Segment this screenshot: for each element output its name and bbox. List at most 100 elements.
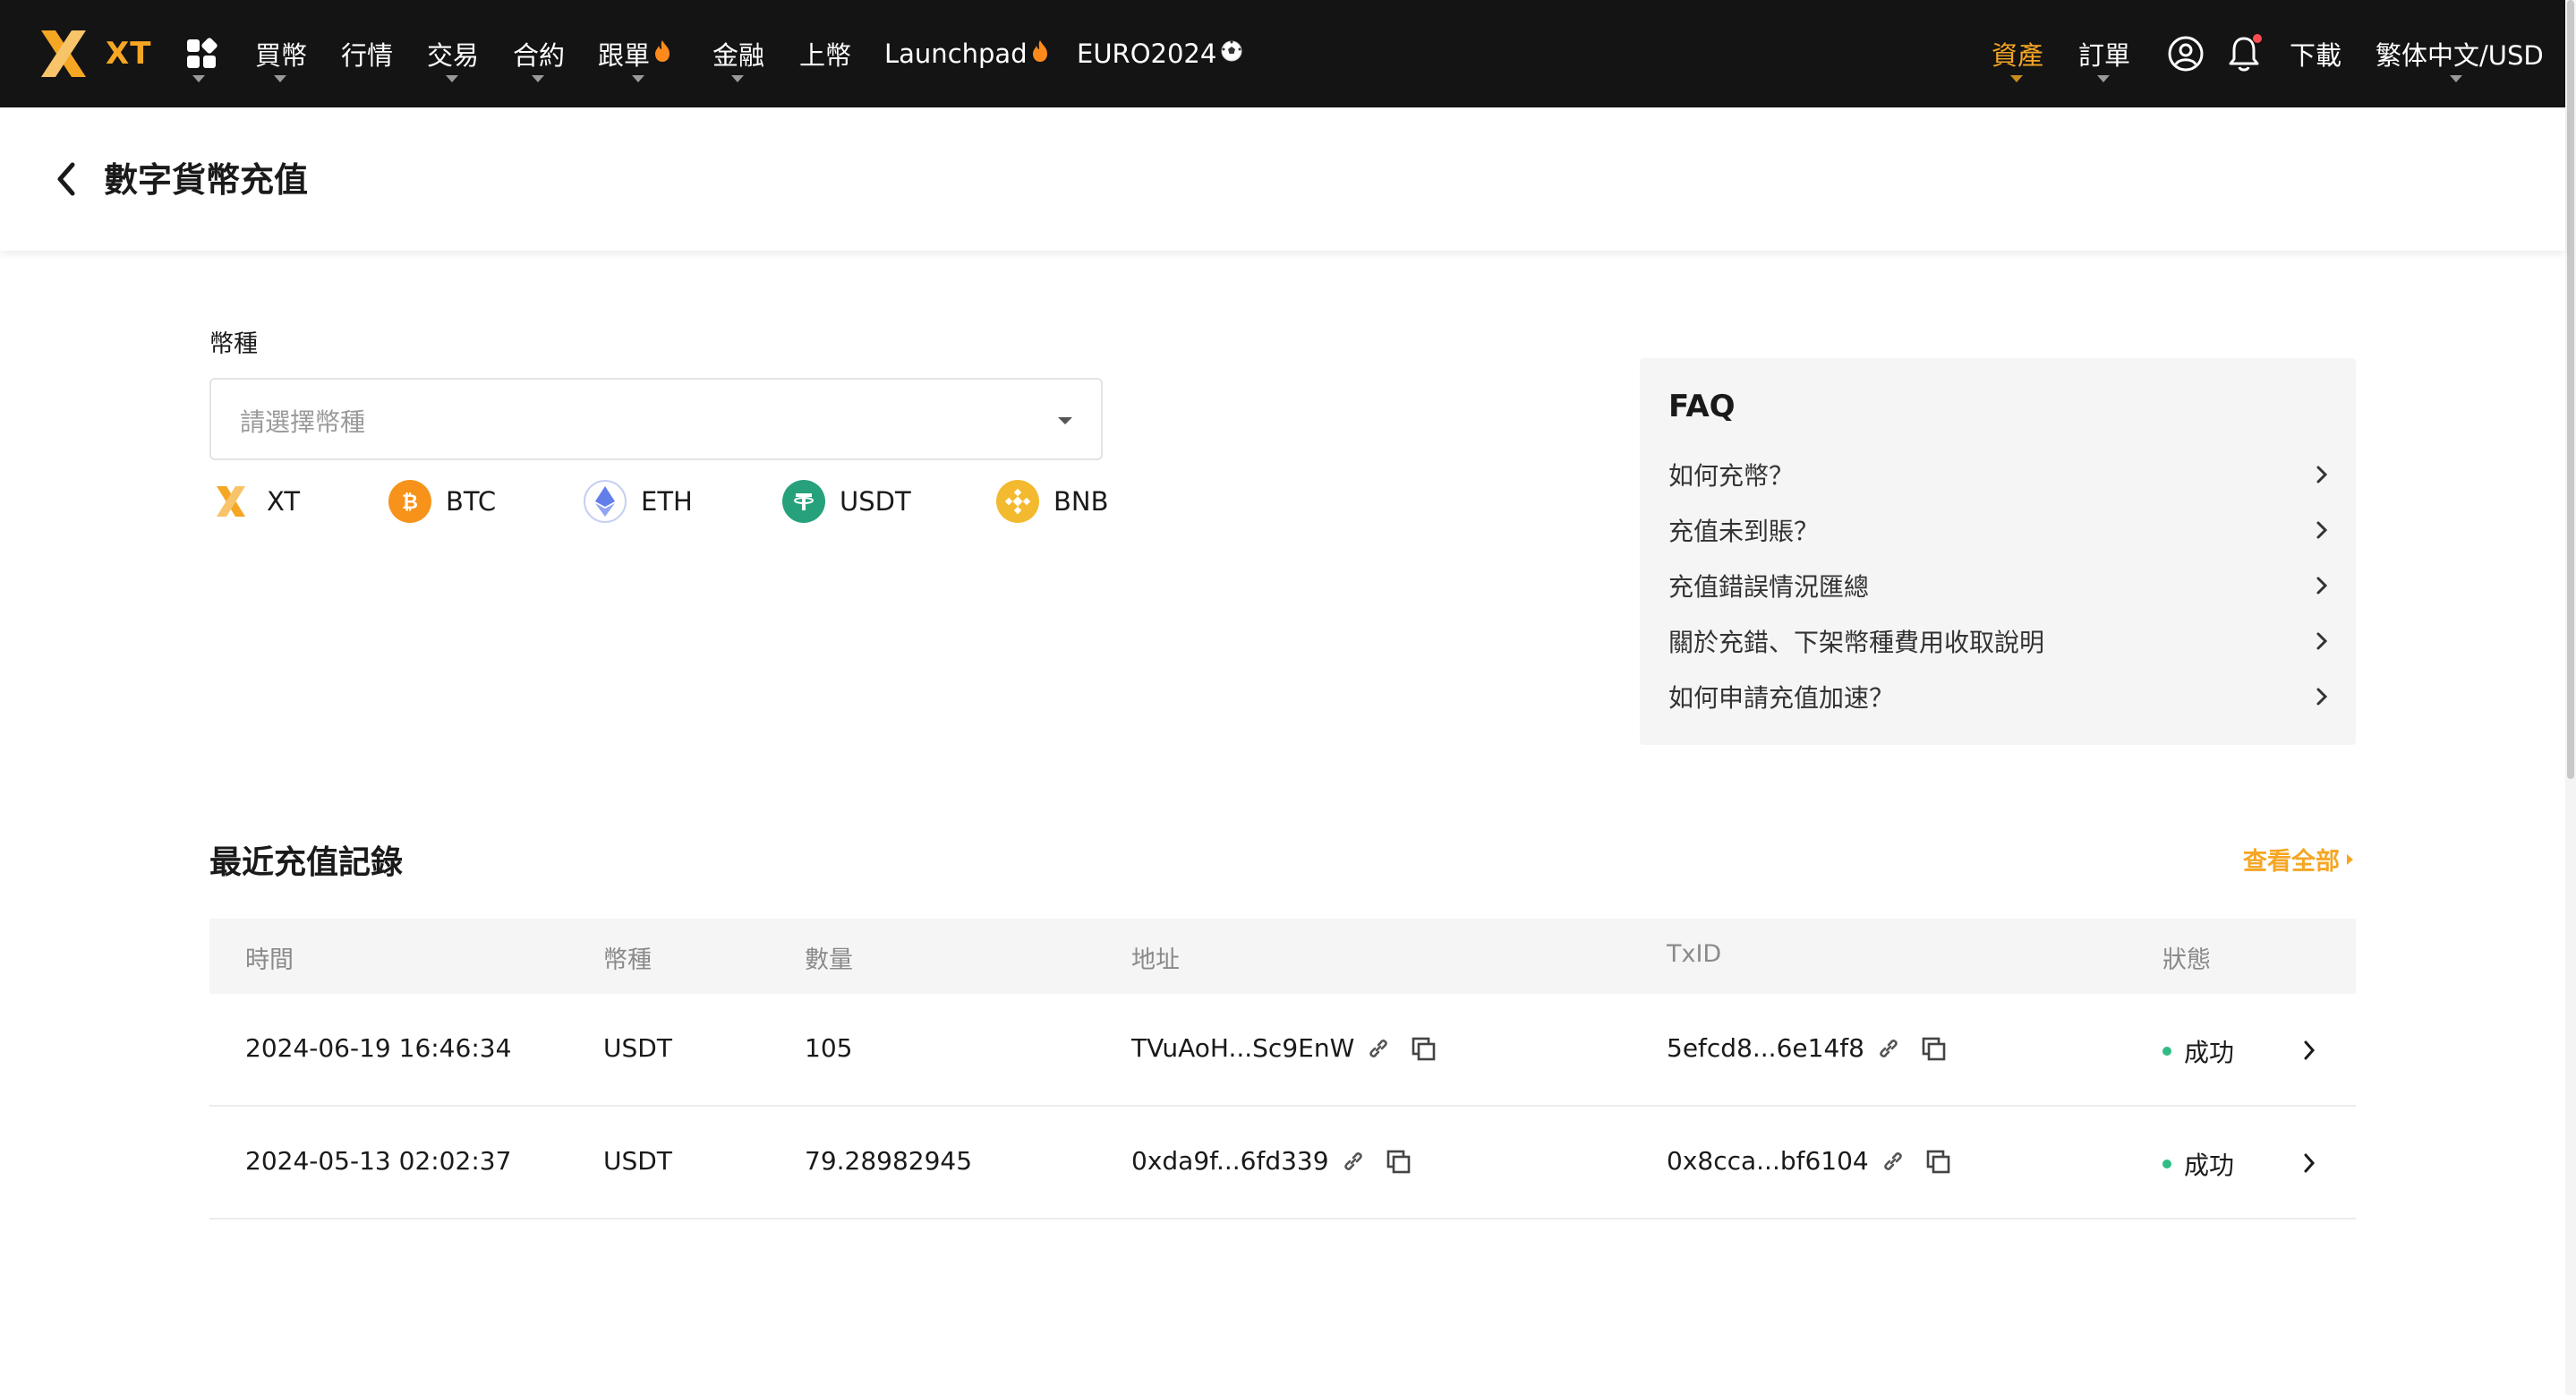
coin-symbol: ETH [641, 486, 693, 517]
chevron-right-icon [2313, 521, 2331, 539]
nav-item-label: Launchpad [884, 39, 1028, 69]
faq-panel: FAQ 如何充幣？ 充值未到賬？ 充值錯誤情況匯總 關於充錯、下架幣種費用收取說… [1640, 358, 2356, 745]
nav-item-euro2024[interactable]: EURO2024 [1077, 34, 1243, 73]
cell-time: 2024-06-19 16:46:34 [245, 1033, 512, 1063]
chevron-right-icon[interactable] [2299, 1150, 2320, 1177]
column-header-time: 時間 [245, 946, 294, 974]
recent-deposits-title: 最近充值記錄 [209, 844, 404, 881]
nav-item-markets[interactable]: 行情 [341, 34, 393, 73]
nav-orders[interactable]: 訂單 [2078, 34, 2130, 73]
cell-time: 2024-05-13 02:02:37 [245, 1146, 512, 1176]
cell-txid: 5efcd8...6e14f8 [1667, 1033, 1947, 1063]
chevron-down-icon [274, 75, 286, 82]
column-header-amount: 數量 [805, 946, 853, 974]
copy-icon[interactable] [1920, 1035, 1947, 1062]
nav-item-buy-crypto[interactable]: 買幣 [255, 34, 307, 73]
nav-item-finance[interactable]: 金融 [712, 34, 764, 73]
nav-item-label: 行情 [341, 40, 394, 71]
coin-select-placeholder: 請選擇幣種 [240, 407, 366, 437]
cell-amount: 105 [805, 1033, 853, 1063]
chevron-down-icon [2450, 75, 2462, 82]
link-icon[interactable] [1367, 1037, 1390, 1060]
nav-download-label: 下載 [2290, 40, 2342, 71]
copy-icon[interactable] [1924, 1148, 1951, 1175]
apps-caret-icon [192, 75, 205, 82]
xt-coin-icon [209, 480, 252, 523]
address-text: TVuAoH...Sc9EnW [1131, 1033, 1355, 1063]
nav-item-label: 買幣 [255, 40, 308, 71]
scrollbar-thumb[interactable] [2567, 0, 2574, 779]
column-header-status: 狀態 [2162, 946, 2211, 974]
copy-icon[interactable] [1410, 1035, 1437, 1062]
chevron-right-icon [2313, 632, 2331, 650]
address-text: 0xda9f...6fd339 [1131, 1146, 1329, 1176]
xt-logo[interactable]: XT [36, 27, 151, 81]
nav-item-label: 金融 [712, 40, 765, 71]
chevron-right-icon[interactable] [2299, 1037, 2320, 1064]
chevron-down-icon [446, 75, 458, 82]
nav-assets[interactable]: 資產 [1992, 34, 2043, 73]
locale-label: 繁体中文/USD [2376, 40, 2544, 71]
page-scrollbar[interactable] [2565, 0, 2576, 1395]
notification-dot [2253, 34, 2262, 43]
svg-text:₿: ₿ [402, 492, 418, 514]
view-all-link[interactable]: 查看全部 [2243, 842, 2354, 877]
coin-symbol: USDT [840, 486, 911, 517]
nav-item-label: EURO2024 [1077, 39, 1217, 69]
faq-item[interactable]: 關於充錯、下架幣種費用收取說明 [1668, 621, 2331, 661]
link-icon[interactable] [1881, 1150, 1905, 1173]
faq-item[interactable]: 如何充幣？ [1668, 455, 2331, 494]
nav-item-launchpad[interactable]: Launchpad [884, 34, 1049, 73]
nav-item-futures[interactable]: 合約 [513, 34, 565, 73]
flame-icon [1031, 39, 1049, 69]
page-header: 數字貨幣充值 [0, 107, 2565, 251]
table-row[interactable]: 2024-06-19 16:46:34 USDT 105 TVuAoH...Sc… [209, 994, 2356, 1107]
usdt-coin-icon [782, 480, 825, 523]
back-arrow-icon[interactable] [52, 158, 81, 201]
status-text: 成功 [2184, 1038, 2235, 1067]
coin-select-dropdown[interactable]: 請選擇幣種 [209, 378, 1103, 460]
logo-text: XT [106, 36, 152, 72]
table-row[interactable]: 2024-05-13 02:02:37 USDT 79.28982945 0xd… [209, 1107, 2356, 1220]
faq-item[interactable]: 充值未到賬？ [1668, 510, 2331, 550]
quick-coin-eth[interactable]: ETH [584, 480, 693, 523]
cell-status: 成功 [2162, 1146, 2234, 1182]
chevron-right-icon [2313, 577, 2331, 595]
quick-coin-usdt[interactable]: USDT [782, 480, 911, 523]
faq-item-label: 如何申請充值加速？ [1668, 683, 1895, 713]
nav-item-trade[interactable]: 交易 [427, 34, 479, 73]
quick-coin-bnb[interactable]: BNB [996, 480, 1108, 523]
user-account-icon[interactable] [2166, 34, 2205, 73]
faq-title: FAQ [1668, 389, 1736, 424]
nav-item-listing[interactable]: 上幣 [799, 34, 851, 73]
link-icon[interactable] [1877, 1037, 1900, 1060]
nav-item-label: 交易 [427, 40, 480, 71]
flame-icon [653, 39, 671, 69]
notification-bell-icon[interactable] [2224, 34, 2264, 73]
column-header-txid: TxID [1667, 940, 1722, 968]
column-header-address: 地址 [1131, 946, 1180, 974]
bnb-coin-icon [996, 480, 1039, 523]
top-navigation-bar: XT 買幣 行情 交易 合約 跟單 金融 上幣 Launchpad EURO20… [0, 0, 2565, 107]
faq-item-label: 關於充錯、下架幣種費用收取說明 [1668, 628, 2045, 657]
cell-address: 0xda9f...6fd339 [1131, 1146, 1412, 1176]
soccer-ball-icon [1220, 39, 1243, 69]
faq-item[interactable]: 如何申請充值加速？ [1668, 677, 2331, 716]
column-header-coin: 幣種 [603, 946, 652, 974]
cell-status: 成功 [2162, 1033, 2234, 1069]
page-title: 數字貨幣充值 [104, 160, 309, 200]
quick-coin-btc[interactable]: ₿ BTC [388, 480, 496, 523]
faq-item[interactable]: 充值錯誤情況匯總 [1668, 566, 2331, 605]
apps-grid-icon[interactable] [185, 38, 218, 73]
cell-coin: USDT [603, 1033, 672, 1063]
nav-item-label: 跟單 [598, 40, 651, 71]
xt-logo-icon [41, 30, 86, 77]
link-icon[interactable] [1342, 1150, 1365, 1173]
nav-download[interactable]: 下載 [2290, 34, 2341, 73]
language-currency-selector[interactable]: 繁体中文/USD [2376, 34, 2544, 73]
nav-item-copy-trading[interactable]: 跟單 [598, 34, 671, 73]
cell-txid: 0x8cca...bf6104 [1667, 1146, 1951, 1176]
caret-right-icon [2345, 845, 2354, 873]
quick-coin-xt[interactable]: XT [209, 480, 300, 523]
copy-icon[interactable] [1385, 1148, 1412, 1175]
